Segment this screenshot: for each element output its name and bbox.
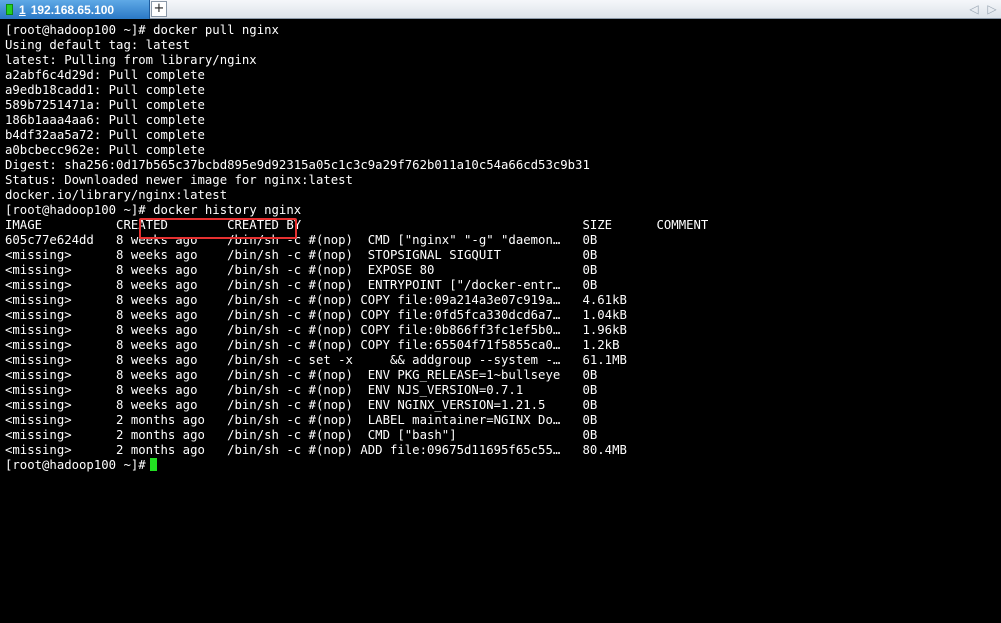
history-command: docker history nginx — [153, 203, 302, 217]
table-row: <missing> 8 weeks ago /bin/sh -c #(nop) … — [5, 398, 598, 412]
table-row: <missing> 8 weeks ago /bin/sh -c #(nop) … — [5, 248, 598, 262]
table-row: <missing> 8 weeks ago /bin/sh -c #(nop) … — [5, 338, 620, 352]
history-table: IMAGE CREATED CREATED BY SIZE COMMENT 605… — [5, 218, 708, 458]
pull-output: [root@hadoop100 ~]# docker pull nginx Usi… — [5, 23, 708, 203]
terminal-line: a2abf6c4d29d: Pull complete — [5, 68, 205, 82]
table-row: <missing> 8 weeks ago /bin/sh -c #(nop) … — [5, 293, 627, 307]
table-row: <missing> 2 months ago /bin/sh -c #(nop)… — [5, 413, 598, 427]
table-row: <missing> 8 weeks ago /bin/sh -c #(nop) … — [5, 278, 598, 292]
table-row: <missing> 8 weeks ago /bin/sh -c #(nop) … — [5, 383, 598, 397]
table-row: <missing> 8 weeks ago /bin/sh -c #(nop) … — [5, 308, 627, 322]
terminal-lines: [root@hadoop100 ~]# docker pull nginx Usi… — [5, 23, 708, 473]
tab-host: 192.168.65.100 — [30, 2, 115, 17]
table-row: <missing> 8 weeks ago /bin/sh -c set -x … — [5, 353, 627, 367]
terminal-line: docker.io/library/nginx:latest — [5, 188, 228, 202]
terminal-line: 589b7251471a: Pull complete — [5, 98, 205, 112]
table-row: <missing> 8 weeks ago /bin/sh -c #(nop) … — [5, 263, 598, 277]
table-row: IMAGE CREATED CREATED BY SIZE COMMENT — [5, 218, 709, 232]
terminal-line: 186b1aaa4aa6: Pull complete — [5, 113, 205, 127]
terminal-line: latest: Pulling from library/nginx — [5, 53, 257, 67]
terminal-line: b4df32aa5a72: Pull complete — [5, 128, 205, 142]
table-row: <missing> 2 months ago /bin/sh -c #(nop)… — [5, 428, 598, 442]
cursor-icon — [149, 458, 157, 471]
history-command-line: [root@hadoop100 ~]# docker history nginx — [5, 203, 708, 218]
tab-number: 1 — [19, 2, 26, 17]
terminal-line: Status: Downloaded newer image for nginx… — [5, 173, 353, 187]
highlight-box — [139, 218, 297, 239]
connection-status-icon — [6, 4, 13, 15]
final-prompt: [root@hadoop100 ~]# — [5, 458, 146, 472]
tab-bar: 1 192.168.65.100 + ◁ ▷ — [0, 0, 1001, 19]
table-row: <missing> 8 weeks ago /bin/sh -c #(nop) … — [5, 368, 598, 382]
table-row: 605c77e624dd 8 weeks ago /bin/sh -c #(no… — [5, 233, 598, 247]
table-row: <missing> 2 months ago /bin/sh -c #(nop)… — [5, 443, 627, 457]
scroll-tabs-right-icon[interactable]: ▷ — [985, 0, 999, 19]
terminal-output[interactable]: [root@hadoop100 ~]# docker pull nginx Usi… — [0, 19, 1001, 623]
scroll-tabs-left-icon[interactable]: ◁ — [967, 0, 981, 19]
prompt: [root@hadoop100 ~]# — [5, 203, 146, 217]
tab-label: 1 192.168.65.100 — [19, 3, 114, 17]
terminal-line: [root@hadoop100 ~]# docker pull nginx — [5, 23, 279, 37]
session-tab[interactable]: 1 192.168.65.100 — [0, 0, 150, 19]
terminal-line: Using default tag: latest — [5, 38, 191, 52]
terminal-line: a0bcbecc962e: Pull complete — [5, 143, 205, 157]
terminal-line: a9edb18cadd1: Pull complete — [5, 83, 205, 97]
new-tab-button[interactable]: + — [151, 1, 167, 17]
final-prompt-line: [root@hadoop100 ~]# — [5, 458, 708, 473]
table-row: <missing> 8 weeks ago /bin/sh -c #(nop) … — [5, 323, 627, 337]
terminal-line: Digest: sha256:0d17b565c37bcbd895e9d9231… — [5, 158, 590, 172]
